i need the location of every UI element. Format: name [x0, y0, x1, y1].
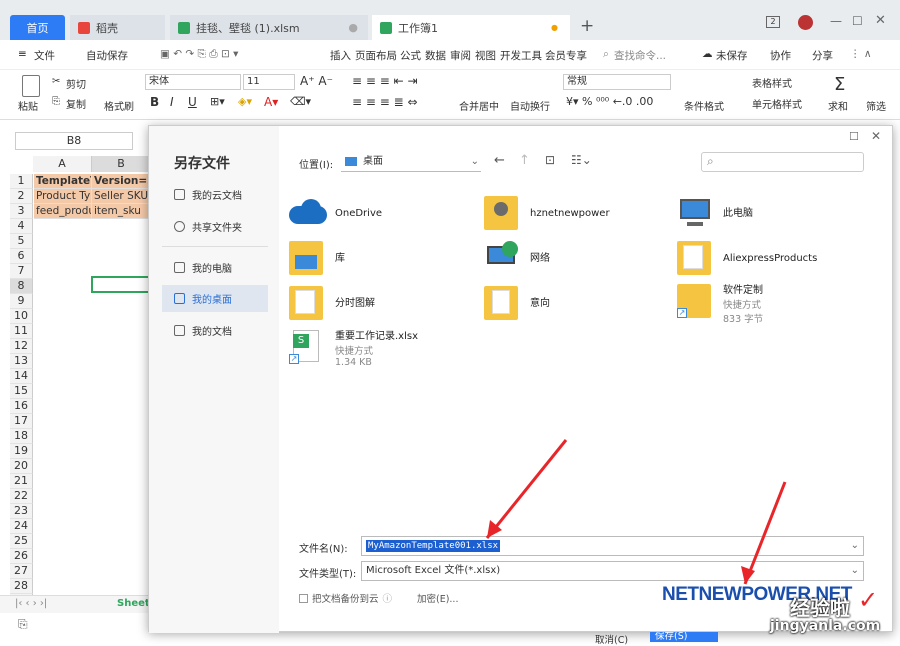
check-icon: ✓ — [858, 586, 879, 614]
arrow-to-save — [743, 481, 787, 585]
watermark-site: jingyanla.com — [770, 618, 881, 634]
arrow-to-filename — [485, 439, 568, 539]
watermark-cn: 经验啦 — [790, 596, 850, 620]
annotation-arrows — [485, 439, 787, 585]
arrow-head-save — [741, 566, 755, 584]
